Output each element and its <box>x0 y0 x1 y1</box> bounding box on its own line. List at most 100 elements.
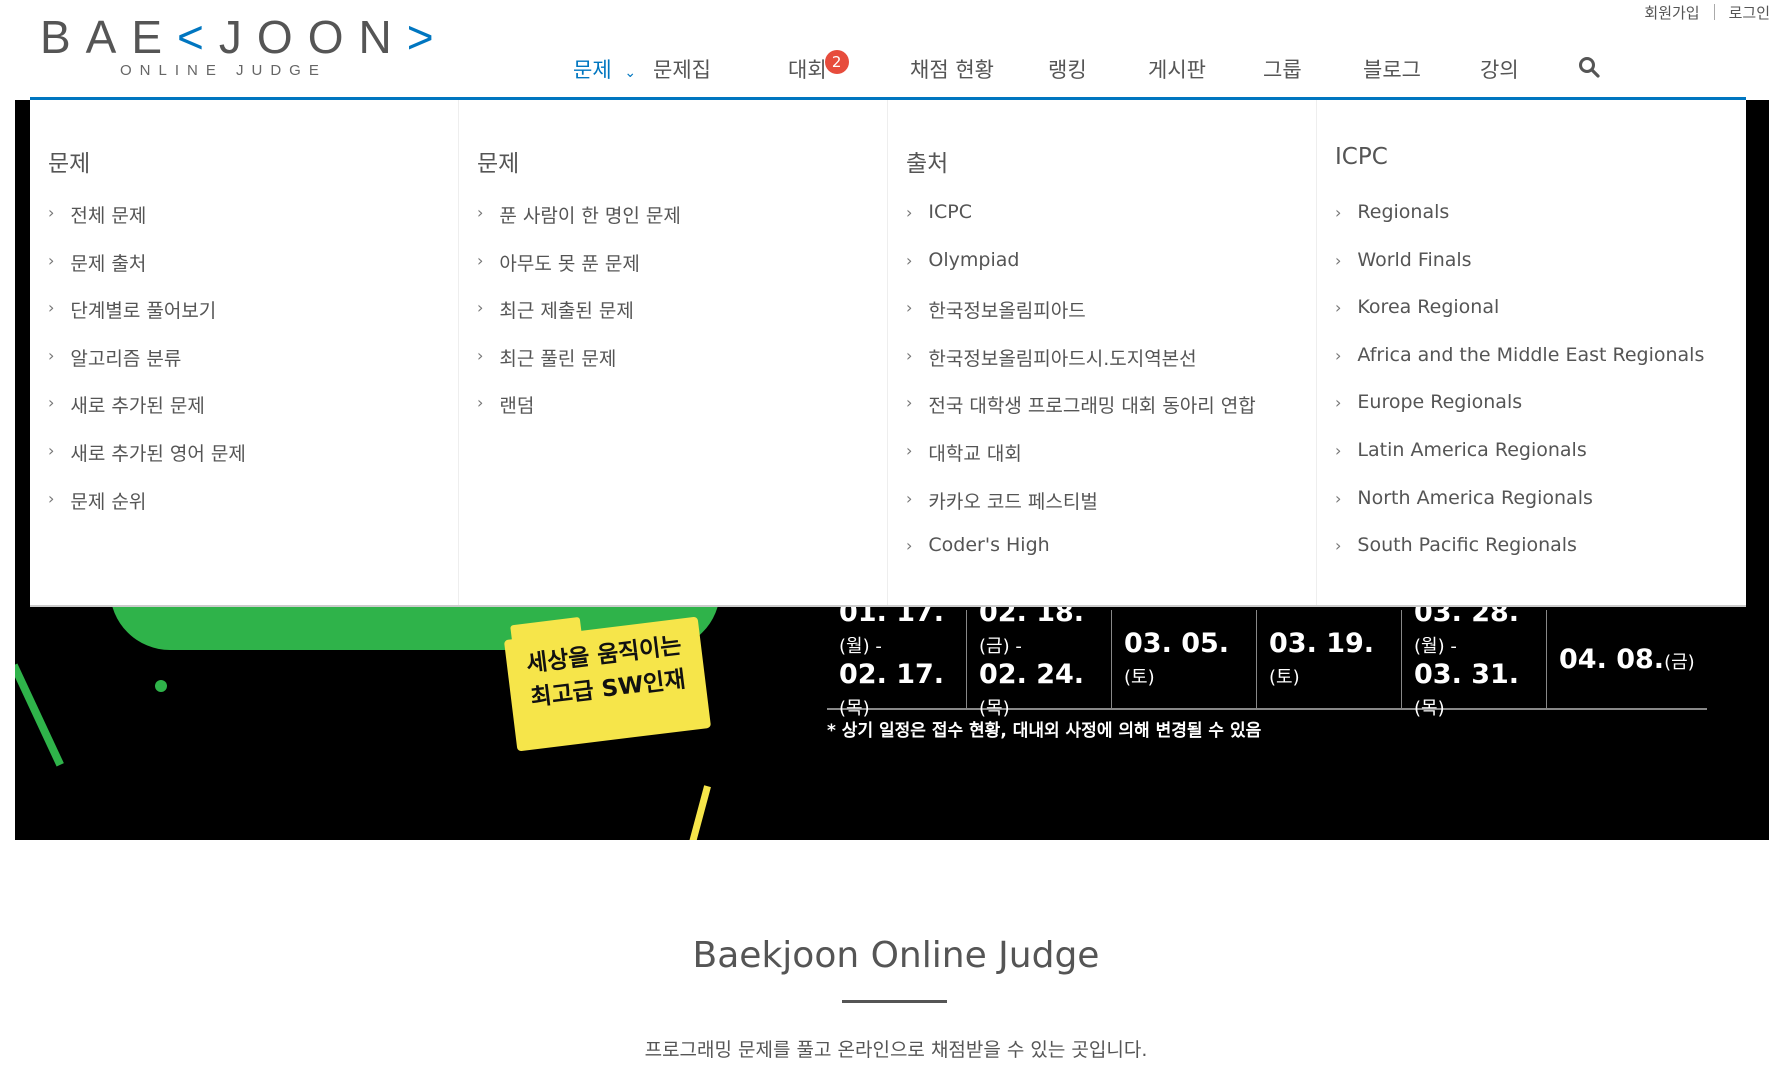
divider <box>1713 4 1715 20</box>
menu-column-title: 문제 <box>48 151 91 177</box>
menu-item-icpc[interactable]: › ICPC <box>906 201 1256 249</box>
search-icon[interactable] <box>1578 56 1600 83</box>
menu-item-university-contest[interactable]: › 대학교 대회 <box>906 439 1256 487</box>
logo-bracket: > <box>406 11 449 63</box>
site-logo[interactable]: BAE<JOON> ONLINE JUDGE <box>40 10 434 80</box>
schedule-table: 01. 17.(월) - 02. 17.(목) 02. 18.(금) - 02.… <box>827 597 1707 719</box>
chevron-right-icon: › <box>48 298 55 318</box>
menu-item-all-problems[interactable]: › 전체 문제 <box>48 201 246 249</box>
schedule-cell: 04. 08.(금) <box>1559 643 1695 675</box>
chevron-right-icon: › <box>1335 298 1342 318</box>
chevron-right-icon: › <box>48 203 55 222</box>
banner-yellow-line <box>686 785 711 840</box>
problems-mega-menu: 문제 › 전체 문제 › 문제 출처 › 단계별로 풀어보기 › 알고리즘 분류 › 새로… <box>30 100 1746 607</box>
nav-item-lecture[interactable]: 강의 <box>1480 54 1519 84</box>
menu-item-step-by-step[interactable]: › 단계별로 풀어보기 <box>48 296 246 344</box>
chevron-right-icon: › <box>906 536 913 556</box>
nav-item-board[interactable]: 게시판 <box>1148 54 1206 84</box>
menu-item-unsolved[interactable]: › 아무도 못 푼 문제 <box>477 249 681 297</box>
schedule-cell: 02. 18.(금) - 02. 24.(목) <box>967 597 1112 719</box>
chevron-right-icon: › <box>477 298 484 318</box>
chevron-right-icon: › <box>906 393 913 413</box>
nav-item-blog[interactable]: 블로그 <box>1363 54 1421 84</box>
chevron-right-icon: › <box>1335 393 1342 413</box>
menu-item-north-america[interactable]: › North America Regionals <box>1335 487 1704 535</box>
site-title: Baekjoon Online Judge <box>692 935 1100 976</box>
signup-link[interactable]: 회원가입 <box>1644 2 1699 23</box>
menu-item-korea-regional[interactable]: › Korea Regional <box>1335 296 1704 344</box>
chevron-right-icon: › <box>477 203 484 222</box>
menu-item-regionals[interactable]: › Regionals <box>1335 201 1704 249</box>
chevron-right-icon: › <box>1335 250 1342 270</box>
chevron-right-icon: › <box>48 345 55 365</box>
nav-item-group[interactable]: 그룹 <box>1263 54 1302 84</box>
menu-item-europe[interactable]: › Europe Regionals <box>1335 391 1704 439</box>
logo-k: < <box>177 11 219 63</box>
menu-item-problem-sources[interactable]: › 문제 출처 <box>48 249 246 297</box>
chevron-right-icon: › <box>1335 536 1342 556</box>
chevron-right-icon: › <box>1335 440 1342 460</box>
chevron-right-icon: › <box>477 345 484 365</box>
menu-item-world-finals[interactable]: › World Finals <box>1335 249 1704 297</box>
login-link[interactable]: 로그인 <box>1729 2 1770 23</box>
menu-column-title: 문제 <box>477 151 520 177</box>
menu-item-koi[interactable]: › 한국정보올림피아드 <box>906 296 1256 344</box>
logo-wordmark: BAE<JOON> <box>40 11 449 63</box>
logo-subtitle: ONLINE JUDGE <box>120 62 327 79</box>
site-description: 프로그래밍 문제를 풀고 온라인으로 채점받을 수 있는 곳입니다. <box>644 1039 1148 1061</box>
menu-item-olympiad[interactable]: › Olympiad <box>906 249 1256 297</box>
menu-column-sources: 출처 › ICPC › Olympiad › 한국정보올림피아드 › 한국정보올림피아드… <box>888 100 1317 605</box>
menu-item-solved-by-one[interactable]: › 푼 사람이 한 명인 문제 <box>477 201 681 249</box>
menu-item-new-english-problems[interactable]: › 새로 추가된 영어 문제 <box>48 439 246 487</box>
nav-item-problems[interactable]: 문제 ⌄ <box>573 54 636 84</box>
menu-item-coders-high[interactable]: › Coder's High <box>906 534 1256 582</box>
nav-item-workbook[interactable]: 문제집 <box>653 54 711 84</box>
chevron-right-icon: › <box>906 345 913 365</box>
chevron-right-icon: › <box>906 203 913 222</box>
schedule-note: * 상기 일정은 접수 현황, 대내외 사정에 의해 변경될 수 있음 <box>827 721 1262 741</box>
chevron-right-icon: › <box>48 250 55 270</box>
chevron-right-icon: › <box>906 440 913 460</box>
menu-item-africa-middle-east[interactable]: › Africa and the Middle East Regionals <box>1335 344 1704 392</box>
menu-item-south-pacific[interactable]: › South Pacific Regionals <box>1335 534 1704 582</box>
chevron-right-icon: › <box>1335 203 1342 222</box>
contest-count-badge: 2 <box>824 50 849 74</box>
chevron-right-icon: › <box>906 298 913 318</box>
schedule-cell: 03. 28.(월) - 03. 31.(목) <box>1402 597 1547 719</box>
title-underline <box>842 1000 947 1003</box>
chevron-right-icon: › <box>1335 488 1342 508</box>
menu-item-algorithm-tags[interactable]: › 알고리즘 분류 <box>48 344 246 392</box>
schedule-cell: 03. 05.(토) <box>1112 610 1257 708</box>
menu-item-recently-submitted[interactable]: › 최근 제출된 문제 <box>477 296 681 344</box>
chevron-down-icon: ⌄ <box>624 65 637 81</box>
menu-item-kakao-code-festival[interactable]: › 카카오 코드 페스티벌 <box>906 487 1256 535</box>
top-account-bar: 회원가입 로그인 <box>1644 0 1770 24</box>
nav-item-status[interactable]: 채점 현황 <box>910 54 994 84</box>
nav-item-ranking[interactable]: 랭킹 <box>1048 54 1087 84</box>
menu-item-koi-regional[interactable]: › 한국정보올림피아드시.도지역본선 <box>906 344 1256 392</box>
menu-item-problem-ranking[interactable]: › 문제 순위 <box>48 487 246 535</box>
menu-item-recently-solved[interactable]: › 최근 풀린 문제 <box>477 344 681 392</box>
menu-item-new-problems[interactable]: › 새로 추가된 문제 <box>48 391 246 439</box>
menu-column-problems: 문제 › 전체 문제 › 문제 출처 › 단계별로 풀어보기 › 알고리즘 분류 › 새로… <box>30 100 459 605</box>
banner-sticker: 세상을 움직이는 최고급 SW인재 <box>503 616 712 752</box>
banner-green-dot <box>155 680 167 692</box>
chevron-right-icon: › <box>477 393 484 413</box>
menu-item-latin-america[interactable]: › Latin America Regionals <box>1335 439 1704 487</box>
chevron-right-icon: › <box>906 250 913 270</box>
schedule-cell: 03. 19.(토) <box>1257 610 1402 708</box>
menu-item-ucpc[interactable]: › 전국 대학생 프로그래밍 대회 동아리 연합 <box>906 391 1256 439</box>
chevron-right-icon: › <box>48 440 55 460</box>
chevron-right-icon: › <box>48 488 55 508</box>
banner-green-line <box>15 663 64 767</box>
chevron-right-icon: › <box>906 488 913 508</box>
menu-column-title: 출처 <box>906 151 949 177</box>
chevron-right-icon: › <box>477 250 484 270</box>
menu-column-title: ICPC <box>1335 144 1388 170</box>
nav-item-contest[interactable]: 대회 2 <box>788 50 849 84</box>
schedule-cell: 01. 17.(월) - 02. 17.(목) <box>827 597 967 719</box>
menu-column-icpc: ICPC › Regionals › World Finals › Korea Reg… <box>1317 100 1746 605</box>
menu-column-problems-2: 문제 › 푼 사람이 한 명인 문제 › 아무도 못 푼 문제 › 최근 제출된 문제… <box>459 100 888 605</box>
menu-item-random[interactable]: › 랜덤 <box>477 391 681 439</box>
chevron-right-icon: › <box>1335 345 1342 365</box>
